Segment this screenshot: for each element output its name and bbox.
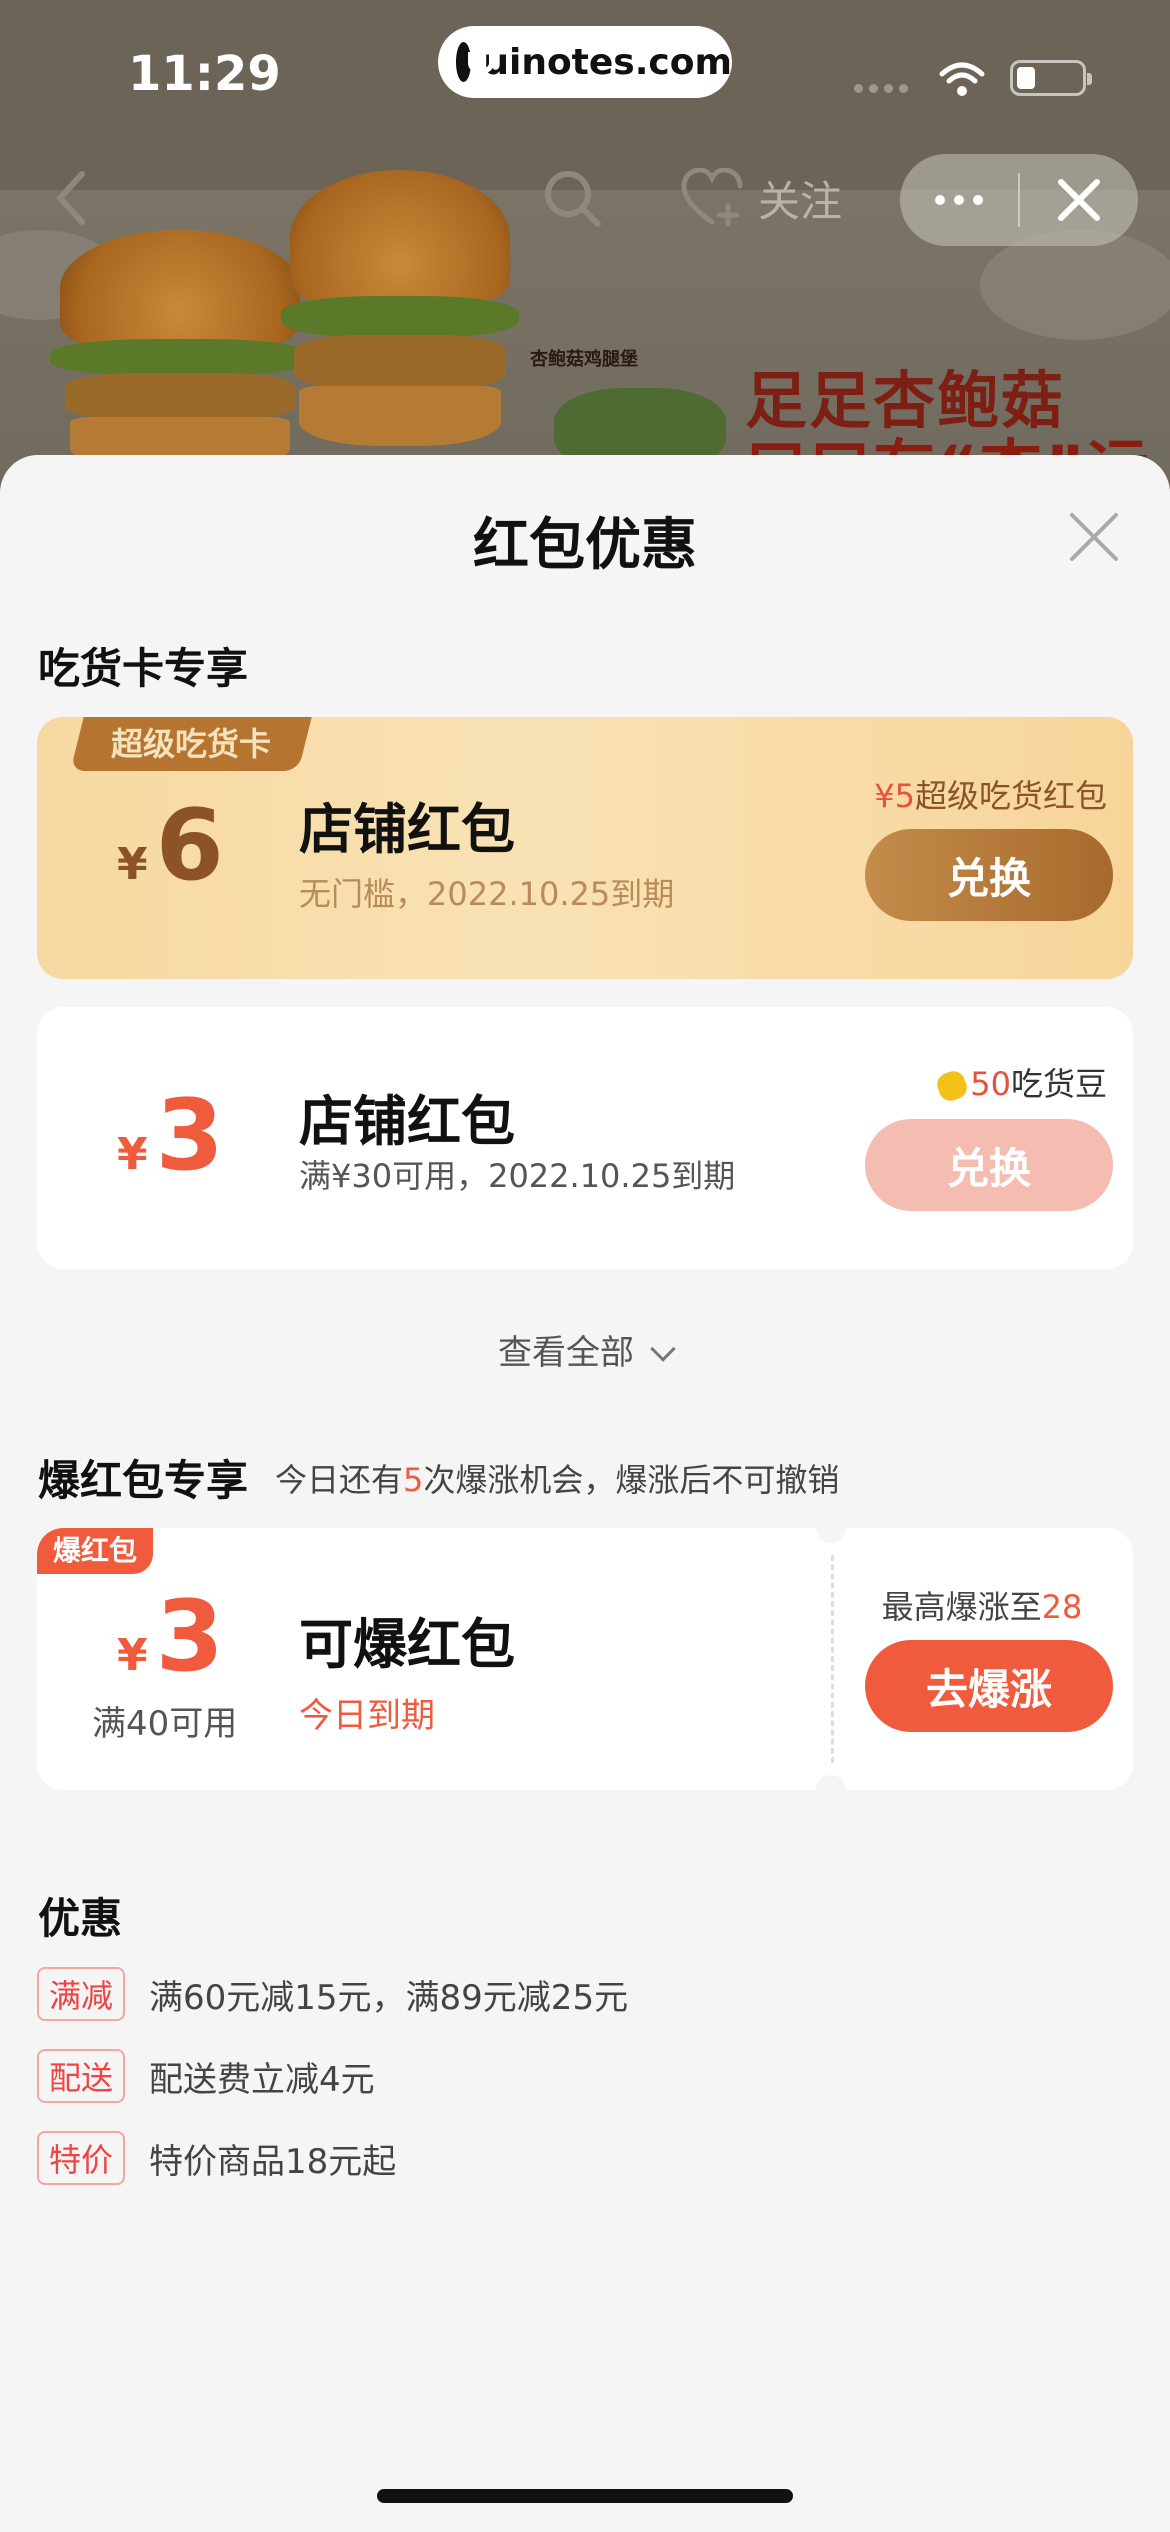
coupon-card: ¥ 3 店铺红包 满¥30可用，2022.10.25到期 50吃货豆 兑换 <box>37 1007 1133 1269</box>
coupon-desc: 无门槛，2022.10.25到期 <box>299 875 675 913</box>
boom-ribbon: 爆红包 <box>37 1528 154 1574</box>
promo-item: 特价 特价商品18元起 <box>37 2131 396 2185</box>
search-icon[interactable] <box>540 166 604 230</box>
more-icon[interactable] <box>900 154 1018 246</box>
background-store-page: 杏鲍菇鸡腿堡 足足杏鲍菇 口口有“杏”运 11:29 uinotes.com <box>0 0 1170 520</box>
coupon-name: 可爆红包 <box>299 1613 515 1676</box>
wifi-icon <box>939 62 985 96</box>
promo-item: 满减 满60元减15元，满89元减25元 <box>37 1967 628 2021</box>
super-foodie-ribbon: 超级吃货卡 <box>70 717 312 771</box>
close-icon[interactable] <box>1068 511 1120 563</box>
battery-icon <box>1010 60 1092 96</box>
follow-label: 关注 <box>758 176 843 226</box>
boom-coupon-card: 爆红包 ¥ 3 满40可用 可爆红包 今日到期 <box>37 1528 831 1790</box>
status-time: 11:29 <box>128 46 281 102</box>
view-all-link[interactable]: 查看全部 <box>0 1325 1170 1374</box>
coupon-sheet: 红包优惠 吃货卡专享 超级吃货卡 ¥ 6 店铺红包 无门槛，2022.10.25… <box>0 455 1170 2532</box>
exchange-button[interactable]: 兑换 <box>865 829 1113 921</box>
url-pill: uinotes.com <box>438 26 732 98</box>
coupon-name: 店铺红包 <box>299 1090 515 1153</box>
promo-item: 配送 配送费立减4元 <box>37 2049 375 2103</box>
heart-plus-icon <box>681 168 743 227</box>
promo-text: 特价商品18元起 <box>149 2141 397 2182</box>
banner-product-label: 杏鲍菇鸡腿堡 <box>530 349 638 370</box>
foodie-section-title: 吃货卡专享 <box>38 644 249 693</box>
foodie-bean-icon <box>934 1068 971 1104</box>
coupon-amount: ¥ 3 <box>117 1079 224 1193</box>
store-nav-bar: 关注 <box>0 150 1170 250</box>
cellular-signal-icon <box>854 84 908 93</box>
coupon-card: 超级吃货卡 ¥ 6 店铺红包 无门槛，2022.10.25到期 ¥5超级吃货红包… <box>37 717 1133 979</box>
boom-button[interactable]: 去爆涨 <box>865 1640 1113 1732</box>
coupon-price: ¥5超级吃货红包 <box>874 777 1107 815</box>
burger-image <box>50 230 310 490</box>
exchange-button[interactable]: 兑换 <box>865 1119 1113 1211</box>
miniapp-capsule <box>900 154 1138 246</box>
close-miniapp-icon[interactable] <box>1020 154 1138 246</box>
coupon-amount: ¥ 3 <box>117 1580 224 1694</box>
promo-section-title: 优惠 <box>38 1894 123 1943</box>
site-logo-icon <box>456 42 495 82</box>
follow-button[interactable]: 关注 <box>680 166 842 230</box>
coupon-desc: 满¥30可用，2022.10.25到期 <box>299 1157 736 1195</box>
boom-section-title: 爆红包专享 <box>38 1456 249 1505</box>
coupon-name: 店铺红包 <box>299 798 515 861</box>
promo-tag: 配送 <box>37 2049 126 2103</box>
coupon-price: 50吃货豆 <box>934 1059 1107 1105</box>
coupon-expiry: 今日到期 <box>299 1696 435 1736</box>
coupon-condition: 满40可用 <box>92 1704 238 1744</box>
promo-text: 满60元减15元，满89元减25元 <box>149 1977 629 2018</box>
status-bar: 11:29 uinotes.com <box>0 0 1170 140</box>
promo-tag: 特价 <box>37 2131 126 2185</box>
coupon-amount: ¥ 6 <box>117 789 224 903</box>
home-indicator <box>377 2489 793 2503</box>
sheet-title: 红包优惠 <box>473 513 697 578</box>
boom-action-panel: 最高爆涨至28 去爆涨 <box>831 1528 1133 1790</box>
url-text: uinotes.com <box>483 41 732 83</box>
back-icon[interactable] <box>52 168 92 228</box>
max-boom-label: 最高爆涨至28 <box>881 1588 1083 1626</box>
promo-tag: 满减 <box>37 1967 126 2021</box>
boom-section-subtitle: 今日还有5次爆涨机会，爆涨后不可撤销 <box>275 1461 840 1499</box>
promo-text: 配送费立减4元 <box>149 2059 375 2100</box>
chevron-down-icon <box>650 1336 676 1362</box>
